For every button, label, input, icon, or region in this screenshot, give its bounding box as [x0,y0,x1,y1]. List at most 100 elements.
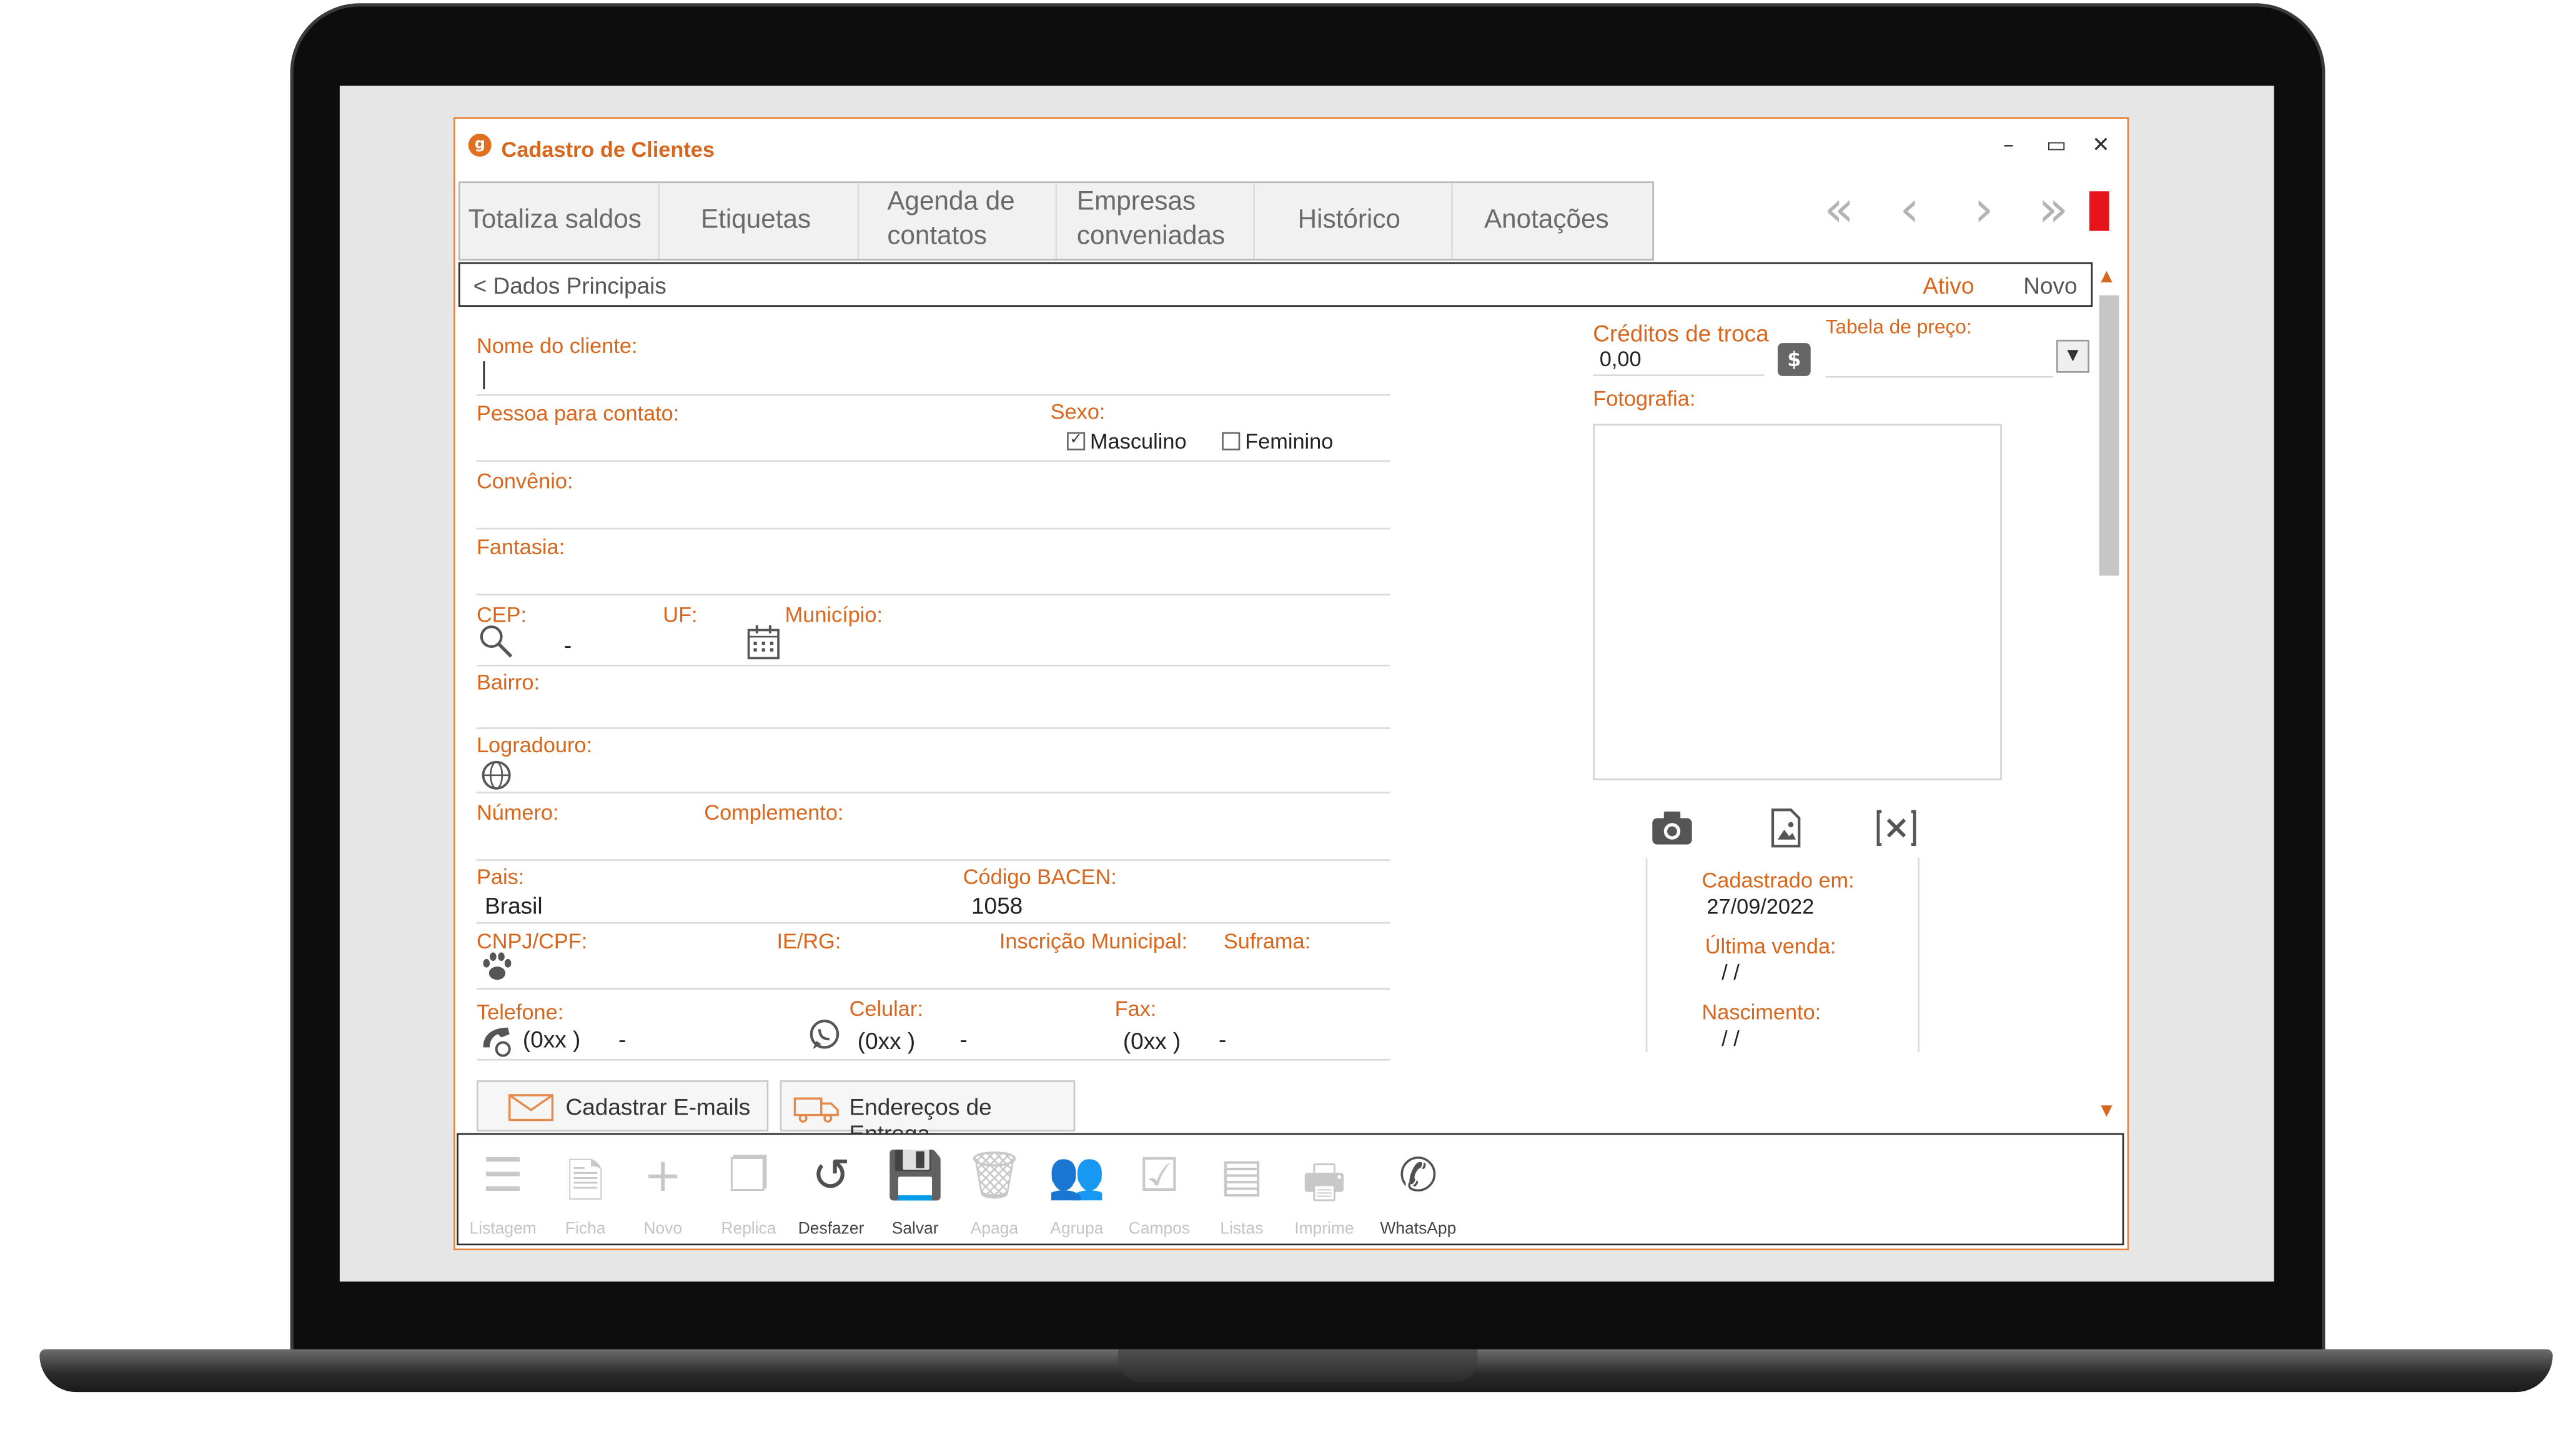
logradouro-field[interactable] [476,792,1390,793]
tab-label: Histórico [1297,206,1400,234]
title-bar: g Cadastro de Clientes – ▭ ✕ [455,119,2128,178]
telefone-ddd[interactable]: (0xx ) [523,1026,580,1052]
nome-field[interactable] [476,394,1390,396]
maximize-button[interactable]: ▭ [2038,129,2074,165]
tab-totaliza-saldos[interactable]: Totaliza saldos [460,183,660,259]
group-icon: 👥 [1048,1148,1106,1203]
celular-ddd[interactable]: (0xx ) [858,1028,915,1054]
creditos-field[interactable] [1593,374,1765,376]
next-record-icon[interactable]: › [1974,181,1994,239]
prev-record-icon[interactable]: ‹ [1900,181,1920,239]
scroll-down-icon[interactable]: ▼ [2101,1103,2112,1120]
remove-photo-icon[interactable] [1876,810,1916,854]
tab-label-line2: contatos [887,222,987,251]
bacen-value[interactable]: 1058 [971,892,1023,918]
scroll-up-icon[interactable]: ▲ [2101,269,2112,285]
listas-button[interactable]: ▤ Listas [1201,1135,1283,1243]
tool-label: Novo [643,1220,683,1239]
tab-label-line2: conveniadas [1076,222,1226,251]
bacen-label: Código BACEN: [963,864,1117,889]
creditos-value[interactable]: 0,00 [1600,346,1642,371]
celular-label: Celular: [849,996,923,1022]
tabela-label: Tabela de preço: [1825,315,1972,339]
paw-icon[interactable] [480,952,513,990]
convenio-field[interactable] [476,527,1390,530]
tool-label: Listas [1220,1220,1264,1239]
pais-field[interactable] [476,922,1390,924]
imprime-button[interactable]: 🖶 Imprime [1283,1135,1365,1243]
endereco-cep-field[interactable] [476,664,1390,667]
cadastrar-emails-button[interactable]: Cadastrar E-mails [476,1080,769,1132]
list-icon: ☰ [482,1148,524,1203]
scrollbar[interactable]: ▲ ▼ [2096,269,2122,1127]
masculino-checkbox[interactable]: ✓ [1067,432,1086,450]
fax-ddd[interactable]: (0xx ) [1123,1028,1181,1054]
tab-label: Anotações [1484,206,1609,234]
status-label: Ativo [1923,272,1974,299]
fantasia-field[interactable] [476,594,1390,596]
telefone-number[interactable]: - [618,1026,626,1052]
feminino-label: Feminino [1245,429,1334,454]
image-file-icon[interactable] [1770,808,1803,857]
minimize-button[interactable]: – [1990,129,2026,165]
celular-number[interactable]: - [959,1026,967,1052]
ficha-button[interactable]: 🗎 Ficha [544,1135,627,1243]
camera-icon[interactable] [1651,810,1694,854]
replica-button[interactable]: ❐ Replica [708,1135,790,1243]
apaga-button[interactable]: 🗑 Apaga [953,1135,1036,1243]
bairro-label: Bairro: [476,669,540,695]
cadastrado-value: 27/09/2022 [1707,893,1815,919]
search-icon[interactable] [478,624,515,668]
agrupa-button[interactable]: 👥 Agrupa [1036,1135,1118,1243]
fax-label: Fax: [1114,996,1157,1022]
numero-label: Número: [476,800,559,825]
desfazer-button[interactable]: ↺ Desfazer [790,1135,873,1243]
tabela-dropdown-button[interactable]: ▼ [2056,339,2089,373]
fotografia-label: Fotografia: [1593,385,1696,411]
enderecos-entrega-button[interactable]: Endereços de Entrega [780,1080,1076,1146]
tool-label: Replica [721,1220,776,1239]
tab-agenda-contatos[interactable]: Agenda de contatos [859,183,1058,259]
municipio-label: Município: [785,602,883,627]
tab-empresas-conveniadas[interactable]: Empresas conveniadas [1057,183,1256,259]
last-record-icon[interactable]: » [2038,181,2068,239]
tool-label: Agrupa [1050,1220,1104,1239]
bairro-field[interactable] [476,727,1390,729]
photo-frame[interactable] [1593,424,2002,780]
numero-field[interactable] [476,859,1390,862]
cep-value[interactable]: - [564,632,572,658]
tool-label: Campos [1128,1220,1191,1239]
tab-etiquetas[interactable]: Etiquetas [660,183,859,259]
cnpj-field[interactable] [476,988,1390,990]
creditos-button[interactable]: $ [1777,343,1811,376]
fax-number[interactable]: - [1219,1026,1226,1052]
status-flag [2089,191,2109,231]
novo-button[interactable]: + Novo [622,1135,704,1243]
convenio-label: Convênio: [476,468,573,494]
app-window: g Cadastro de Clientes – ▭ ✕ Totaliza sa… [453,117,2129,1251]
tab-anotacoes[interactable]: Anotações [1453,183,1652,259]
section-header[interactable]: < Dados Principais Ativo Novo [458,262,2093,307]
feminino-checkbox[interactable] [1222,432,1241,450]
campos-button[interactable]: ☑ Campos [1118,1135,1201,1243]
telefone-label: Telefone: [476,999,564,1025]
pais-value[interactable]: Brasil [485,892,542,918]
nascimento-value: / / [1721,1026,1740,1051]
inscricao-label: Inscrição Municipal: [999,928,1188,953]
tool-label: Desfazer [798,1220,864,1239]
contato-field[interactable] [476,460,1390,462]
salvar-button[interactable]: 💾 Salvar [874,1135,956,1243]
scroll-thumb[interactable] [2099,295,2119,576]
globe-icon[interactable] [480,758,513,800]
calendar-icon[interactable] [747,624,780,668]
whatsapp-button[interactable]: ✆ WhatsApp [1377,1135,1459,1243]
tabela-field[interactable] [1825,375,2053,378]
listagem-button[interactable]: ☰ Listagem [462,1135,544,1243]
close-button[interactable]: ✕ [2083,129,2119,165]
checklist-icon: ☑ [1138,1148,1181,1203]
tool-label: Listagem [469,1220,537,1239]
section-title[interactable]: < Dados Principais [473,272,666,299]
telefone-field[interactable] [476,1058,1390,1061]
first-record-icon[interactable]: « [1824,181,1854,239]
tab-historico[interactable]: Histórico [1255,183,1453,259]
